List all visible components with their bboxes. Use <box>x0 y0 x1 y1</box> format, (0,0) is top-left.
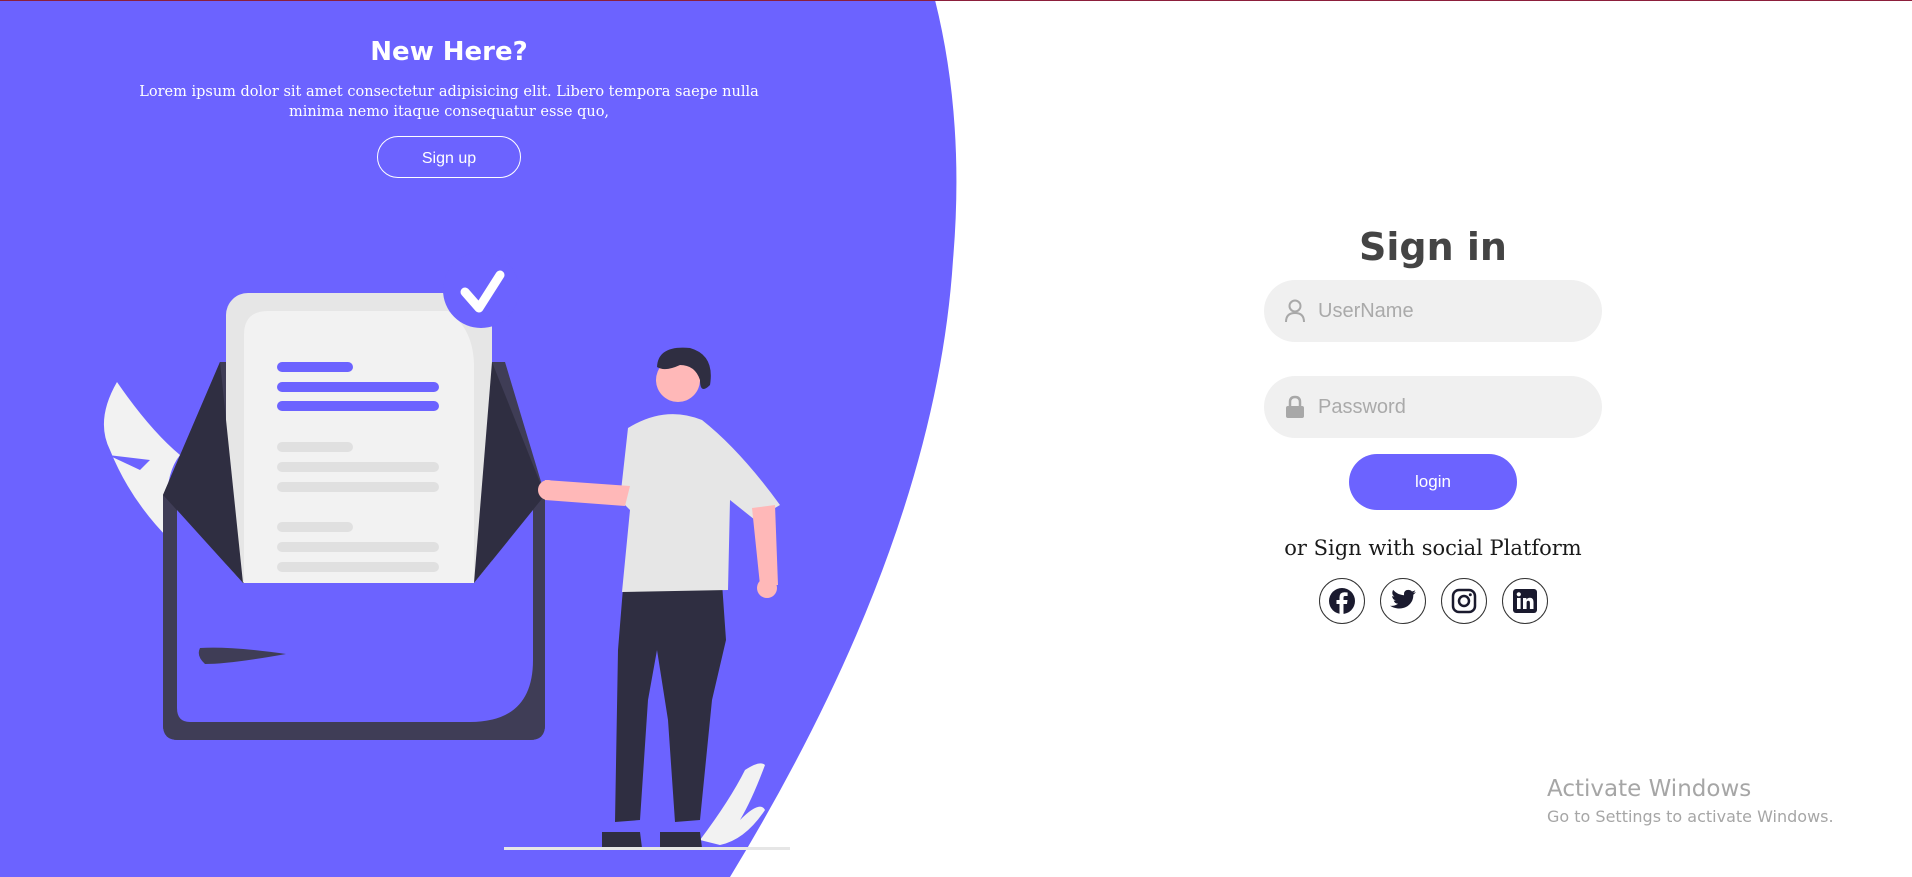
document-line <box>277 542 439 552</box>
document-line <box>277 401 439 411</box>
check-badge-circle <box>443 252 519 328</box>
ground-line <box>504 847 790 850</box>
lock-icon <box>1282 394 1308 420</box>
social-icons-row <box>1264 578 1602 624</box>
document-line <box>277 462 439 472</box>
activate-windows-watermark: Activate Windows Go to Settings to activ… <box>1547 774 1834 828</box>
signin-title: Sign in <box>1359 225 1507 269</box>
user-icon <box>1282 298 1308 324</box>
person-hand-left <box>538 480 558 500</box>
person-hand <box>757 578 777 598</box>
document-line <box>277 382 439 392</box>
person-shoe-left <box>602 832 642 848</box>
signup-button[interactable]: Sign up <box>377 136 521 178</box>
person-shirt <box>620 414 780 592</box>
page: New Here? Lorem ipsum dolor sit amet con… <box>0 0 1912 877</box>
document-line <box>277 442 353 452</box>
signin-form: Sign in login or Sign with social Platfo… <box>1264 224 1602 624</box>
leaf-right-shape <box>700 763 765 845</box>
login-button[interactable]: login <box>1349 454 1517 510</box>
instagram-icon[interactable] <box>1440 578 1487 624</box>
document-line <box>277 362 353 372</box>
username-input[interactable] <box>1318 291 1578 331</box>
person-legs <box>615 583 726 822</box>
password-field[interactable] <box>1264 376 1602 438</box>
document-line <box>277 562 439 572</box>
linkedin-icon[interactable] <box>1501 578 1548 624</box>
person-shoe-right <box>660 832 702 848</box>
document-line <box>277 522 353 532</box>
document-line <box>277 482 439 492</box>
facebook-icon[interactable] <box>1318 578 1365 624</box>
top-border <box>0 0 1912 1</box>
left-panel-title: New Here? <box>370 37 528 67</box>
password-input[interactable] <box>1318 387 1578 427</box>
person-arm <box>545 480 630 506</box>
left-panel-content: New Here? Lorem ipsum dolor sit amet con… <box>120 36 778 178</box>
social-text: or Sign with social Platform <box>1284 536 1582 560</box>
left-panel-text: Lorem ipsum dolor sit amet consectetur a… <box>139 84 759 120</box>
twitter-icon[interactable] <box>1379 578 1426 624</box>
activate-windows-subtitle: Go to Settings to activate Windows. <box>1547 807 1834 826</box>
username-field[interactable] <box>1264 280 1602 342</box>
person-arm-right <box>752 505 778 585</box>
activate-windows-title: Activate Windows <box>1547 776 1752 802</box>
